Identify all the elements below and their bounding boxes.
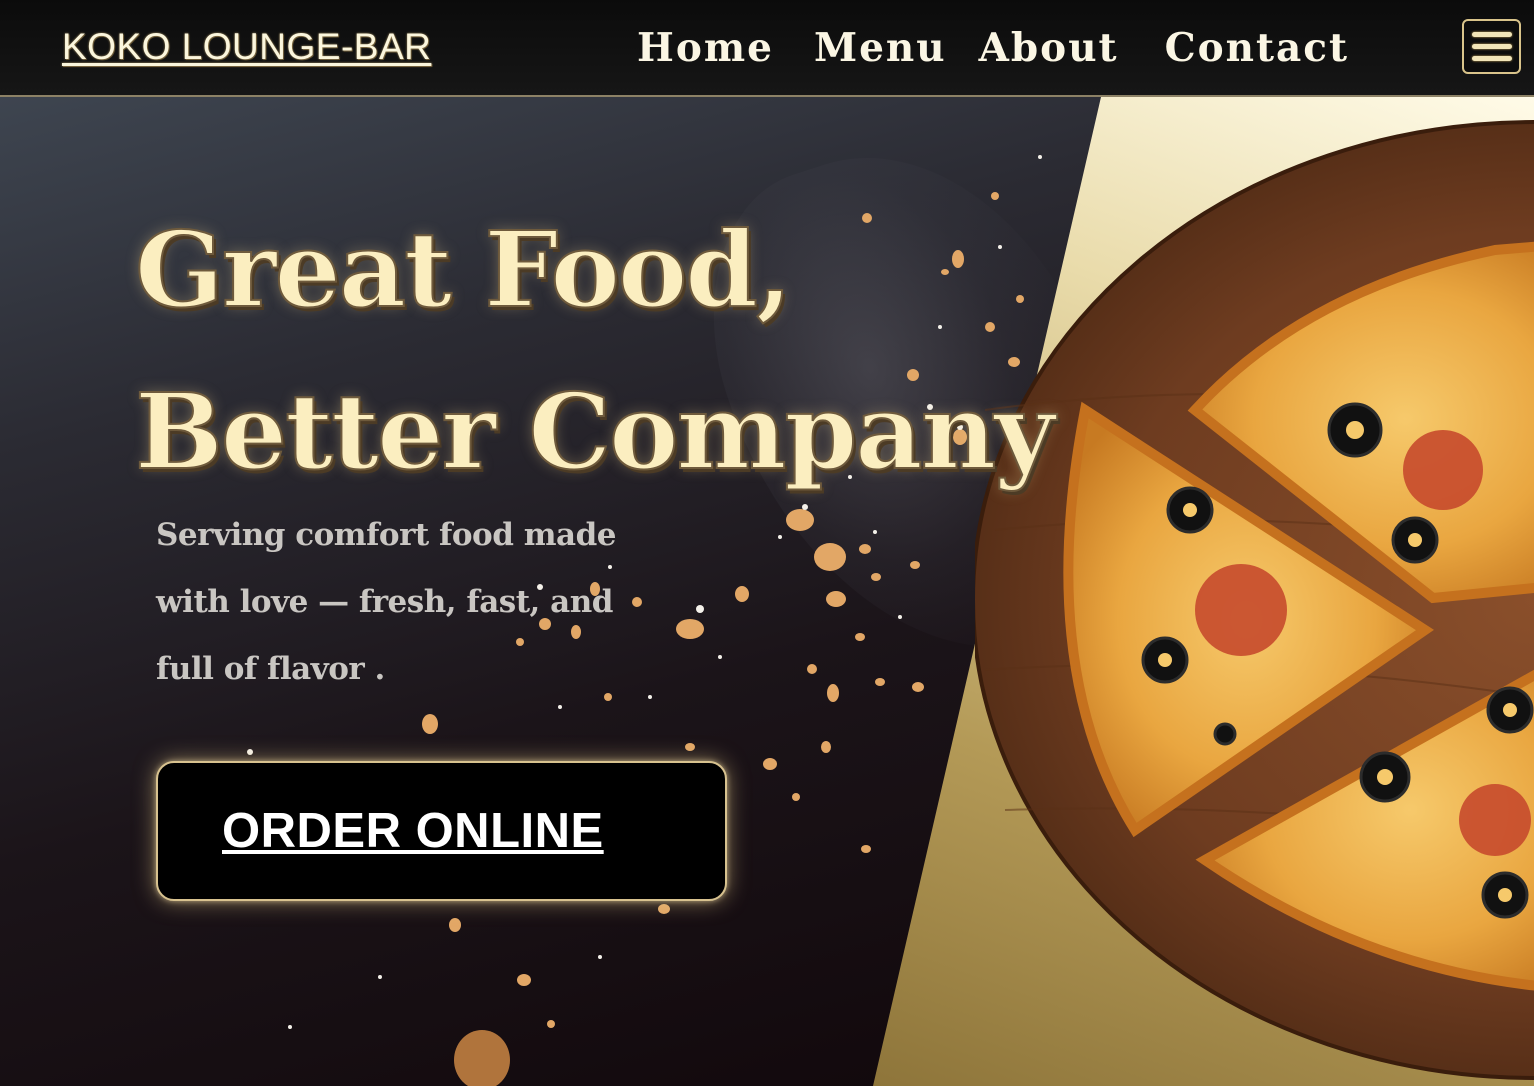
hamburger-icon-bar (1471, 32, 1512, 37)
hero-subtitle-line-1: Serving comfort food made (156, 517, 617, 553)
hero-title: Great Food, Better Company (134, 189, 1056, 513)
hero-subtitle: Serving comfort food made with love — fr… (156, 502, 626, 703)
nav-link-contact[interactable]: Contact (1165, 20, 1349, 76)
hamburger-menu-button[interactable] (1462, 19, 1521, 74)
order-online-label: ORDER ONLINE (222, 804, 604, 858)
hero-subtitle-line-2: with love — fresh, fast, and (156, 584, 613, 620)
hero-title-line-2: Better Company (134, 369, 1056, 494)
navbar: KOKO LOUNGE-BAR Home Menu About Contact (0, 0, 1534, 97)
hamburger-icon-bar (1471, 44, 1512, 49)
hero-section: Great Food, Better Company Serving comfo… (0, 97, 1534, 1086)
main-nav: Home Menu About Contact (637, 20, 1349, 76)
nav-link-about[interactable]: About (979, 20, 1119, 76)
nav-link-menu[interactable]: Menu (814, 20, 947, 76)
hero-subtitle-line-3: full of flavor . (156, 651, 385, 687)
brand-logo-link[interactable]: KOKO LOUNGE-BAR (62, 26, 431, 68)
pizza-image (975, 120, 1534, 1080)
nav-link-home[interactable]: Home (637, 20, 774, 76)
hero-title-line-1: Great Food, (134, 207, 793, 332)
hamburger-icon-bar (1471, 56, 1512, 61)
order-online-button[interactable]: ORDER ONLINE (156, 761, 727, 901)
